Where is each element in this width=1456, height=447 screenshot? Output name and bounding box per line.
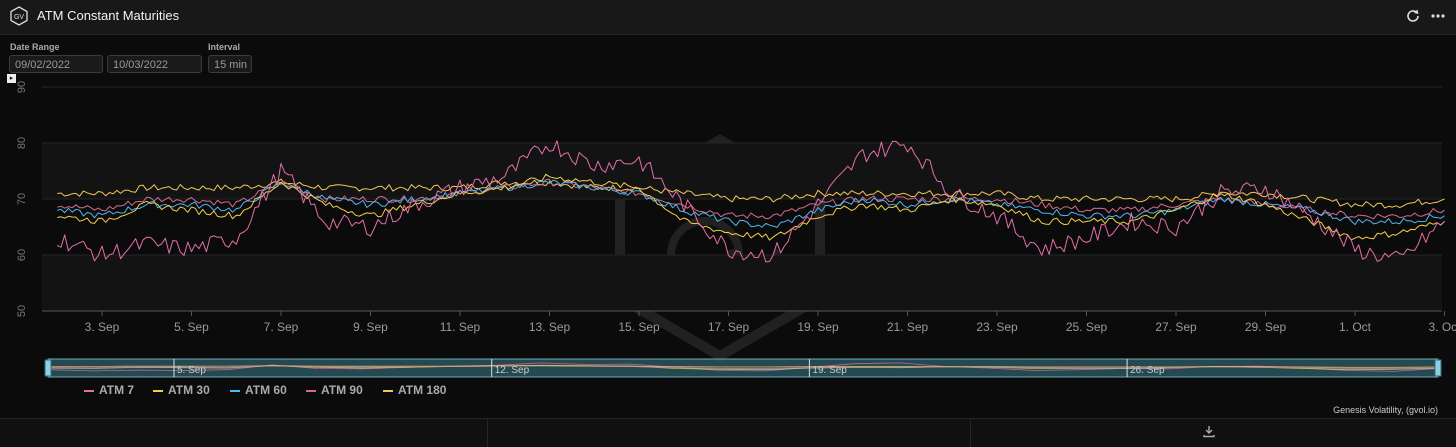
x-tick-label: 5. Sep	[174, 320, 209, 334]
x-tick-label: 27. Sep	[1155, 320, 1197, 334]
chart-svg: 50 60 70 80 90 3. Sep 5. Sep 7. Sep 9. Sep 11. Se…	[16, 81, 1456, 378]
footer-divider	[487, 419, 488, 447]
legend-item-atm-90[interactable]: ATM 90	[306, 383, 363, 399]
legend-label: ATM 60	[245, 383, 287, 397]
widget-frame: GV ATM Constant Maturities Date Range 09…	[0, 0, 1456, 447]
x-tick-label: 15. Sep	[618, 320, 660, 334]
x-tick-label: 17. Sep	[708, 320, 750, 334]
y-tick-label: 90	[16, 81, 28, 93]
x-tick-label: 13. Sep	[529, 320, 571, 334]
legend-swatch	[153, 389, 163, 392]
navigator-handle[interactable]	[1434, 359, 1442, 377]
y-tick-label: 70	[16, 193, 28, 205]
grid-band	[42, 255, 1442, 311]
legend-label: ATM 180	[398, 383, 447, 397]
x-tick-label: 21. Sep	[887, 320, 929, 334]
y-tick-label: 60	[16, 249, 28, 261]
legend-label: ATM 7	[99, 383, 135, 397]
legend-item-atm-180[interactable]: ATM 180	[383, 383, 446, 399]
navigator-label: 26. Sep	[1130, 365, 1165, 376]
x-tick-label: 3. Sep	[85, 320, 120, 334]
x-tick-label: 23. Sep	[976, 320, 1018, 334]
legend-swatch	[306, 389, 316, 392]
footer-bar	[0, 418, 1456, 447]
legend-item-atm-60[interactable]: ATM 60	[230, 383, 287, 399]
download-icon[interactable]	[1202, 424, 1216, 438]
legend-label: ATM 90	[321, 383, 363, 397]
x-tick-label: 29. Sep	[1245, 320, 1287, 334]
y-tick-label: 50	[16, 305, 28, 317]
legend-swatch	[84, 389, 94, 392]
x-tick-label: 25. Sep	[1066, 320, 1108, 334]
x-tick-label: 7. Sep	[264, 320, 299, 334]
grid-band	[42, 143, 1442, 199]
legend-item-atm-30[interactable]: ATM 30	[153, 383, 210, 399]
chart-credits[interactable]: Genesis Volatility, (gvol.io)	[1333, 405, 1438, 415]
navigator-label: 19. Sep	[812, 365, 847, 376]
y-tick-label: 80	[16, 137, 28, 149]
footer-divider	[970, 419, 971, 447]
navigator-label: 12. Sep	[495, 365, 530, 376]
x-tick-label: 19. Sep	[797, 320, 839, 334]
x-tick-label: 11. Sep	[440, 320, 481, 334]
legend-item-atm-7[interactable]: ATM 7	[84, 383, 134, 399]
navigator-label: 5. Sep	[177, 365, 206, 376]
legend-label: ATM 30	[168, 383, 210, 397]
navigator-handle[interactable]	[44, 359, 52, 377]
x-tick-label: 1. Oct	[1339, 320, 1372, 334]
x-tick-label: 9. Sep	[353, 320, 388, 334]
legend-swatch	[383, 389, 393, 392]
legend-swatch	[230, 389, 240, 392]
x-tick-label: 3. Oct	[1428, 320, 1456, 334]
